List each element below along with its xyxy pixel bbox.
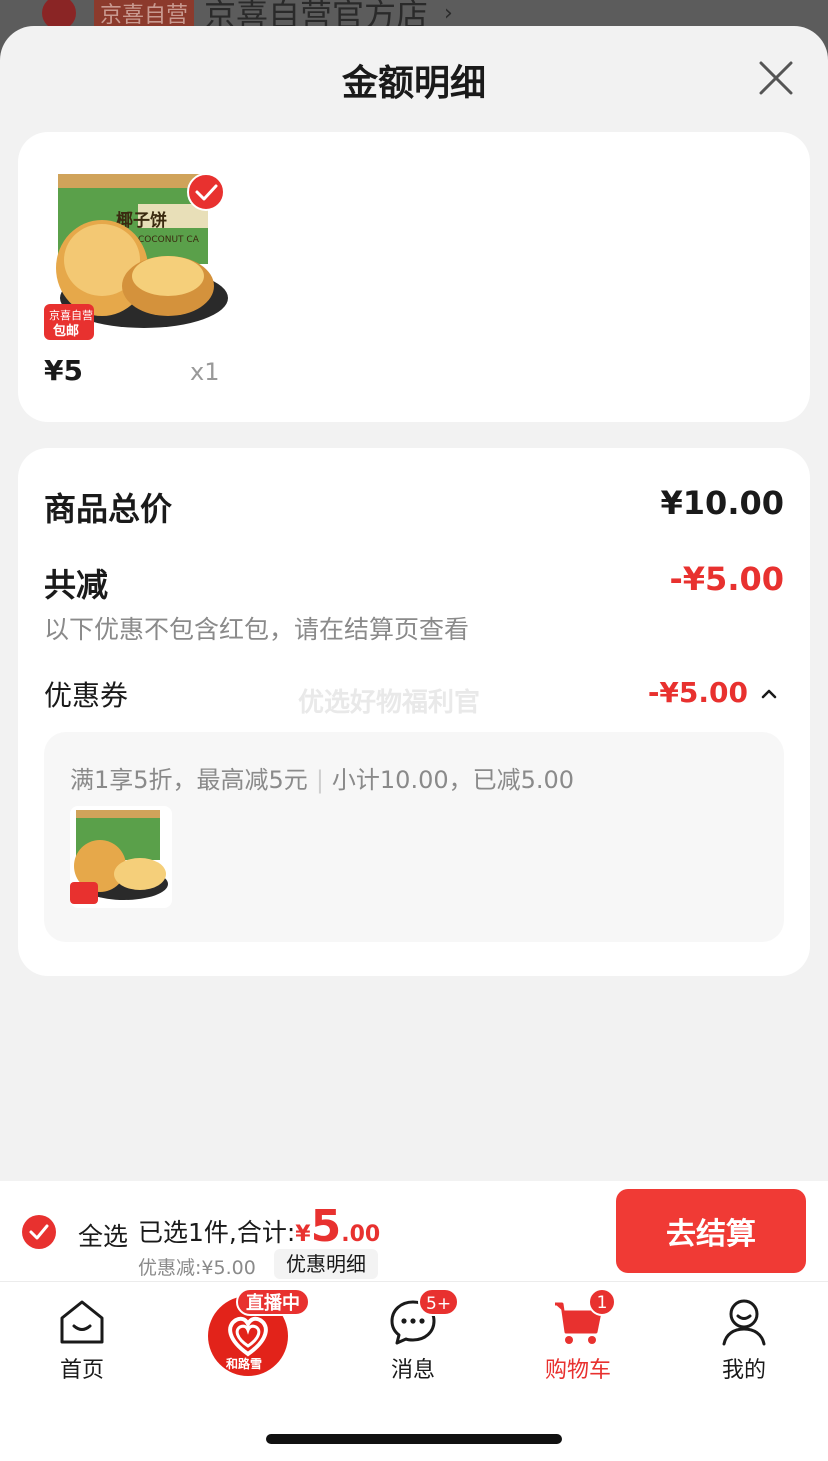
goods-total-value: ¥10.00: [660, 484, 784, 522]
bottom-tab-bar: 首页 和路雪 直播中 消息 5+ 购物车 1 我的: [0, 1281, 828, 1461]
tab-me-label: 我的: [721, 1358, 766, 1383]
reduction-value: -¥5.00: [669, 560, 785, 598]
reduction-label: 共减: [44, 566, 109, 604]
coupon-label: 优惠券: [44, 679, 129, 712]
close-icon[interactable]: [758, 60, 794, 96]
discount-detail-button[interactable]: 优惠明细: [274, 1249, 378, 1279]
selected-text: 已选1件,合计:: [138, 1218, 296, 1247]
goods-total-label: 商品总价: [44, 490, 173, 528]
coupon-subtotal: 小计10.00，已减5.00: [331, 766, 575, 794]
tab-cart[interactable]: 购物车: [498, 1282, 658, 1383]
home-icon: [60, 1300, 104, 1344]
coupon-product-thumb[interactable]: [70, 806, 172, 908]
home-indicator: [266, 1434, 562, 1444]
coupon-product-image: [70, 810, 168, 904]
price-summary-card: 商品总价 ¥10.00 共减 -¥5.00 以下优惠不包含红包，请在结算页查看 …: [18, 448, 810, 976]
select-all-check-icon[interactable]: [22, 1215, 56, 1249]
product-card: 椰子饼 COCONUT CA 京喜自营 包邮 ¥5 x1: [18, 132, 810, 422]
profile-icon: [722, 1299, 766, 1346]
live-badge: 直播中: [236, 1288, 310, 1316]
product-price: ¥5: [44, 354, 83, 387]
coupon-description: 满1享5折，最高减5元 | 小计10.00，已减5.00: [70, 760, 574, 795]
live-logo-text: 和路雪: [225, 1356, 262, 1371]
total-symbol: ¥: [295, 1222, 311, 1247]
messages-badge: 5+: [418, 1288, 460, 1316]
coupon-separator: |: [315, 766, 324, 794]
cart-badge: 1: [588, 1288, 616, 1316]
discount-text: 优惠减:¥5.00: [138, 1257, 256, 1279]
watermark-text: 优选好物福利官: [298, 688, 481, 718]
select-all-label[interactable]: 全选: [78, 1217, 128, 1253]
tab-cart-label: 购物车: [544, 1358, 611, 1383]
selected-summary: 已选1件,合计:¥5.00: [138, 1205, 380, 1249]
product-tag-top: 京喜自营: [49, 308, 93, 322]
product-image[interactable]: 椰子饼 COCONUT CA 京喜自营 包邮: [44, 168, 234, 346]
checkout-button[interactable]: 去结算: [616, 1189, 806, 1273]
background-store-arrow: ›: [444, 0, 453, 26]
coupon-rule: 满1享5折，最高减5元: [70, 766, 308, 794]
sheet-title: 金额明细: [341, 63, 486, 104]
product-quantity: x1: [190, 358, 220, 386]
coupon-value[interactable]: -¥5.00: [648, 676, 748, 709]
sheet-header: 金额明细: [0, 26, 828, 132]
tab-messages[interactable]: 消息: [333, 1282, 493, 1383]
product-image-sublabel: COCONUT CA: [138, 235, 200, 245]
coupon-detail-box: 满1享5折，最高减5元 | 小计10.00，已减5.00: [44, 732, 784, 942]
total-integer: 5: [310, 1201, 342, 1252]
checkout-bar: 全选 已选1件,合计:¥5.00 优惠减:¥5.00 优惠明细 去结算: [0, 1181, 828, 1281]
tab-home[interactable]: 首页: [2, 1282, 162, 1383]
total-decimal: .00: [341, 1222, 381, 1247]
tab-home-label: 首页: [59, 1358, 104, 1383]
product-tag-bottom: 包邮: [53, 323, 79, 339]
chevron-up-icon[interactable]: [760, 686, 778, 700]
reduction-note: 以下优惠不包含红包，请在结算页查看: [44, 615, 470, 644]
tab-messages-label: 消息: [390, 1358, 435, 1383]
tab-me[interactable]: 我的: [664, 1282, 824, 1383]
